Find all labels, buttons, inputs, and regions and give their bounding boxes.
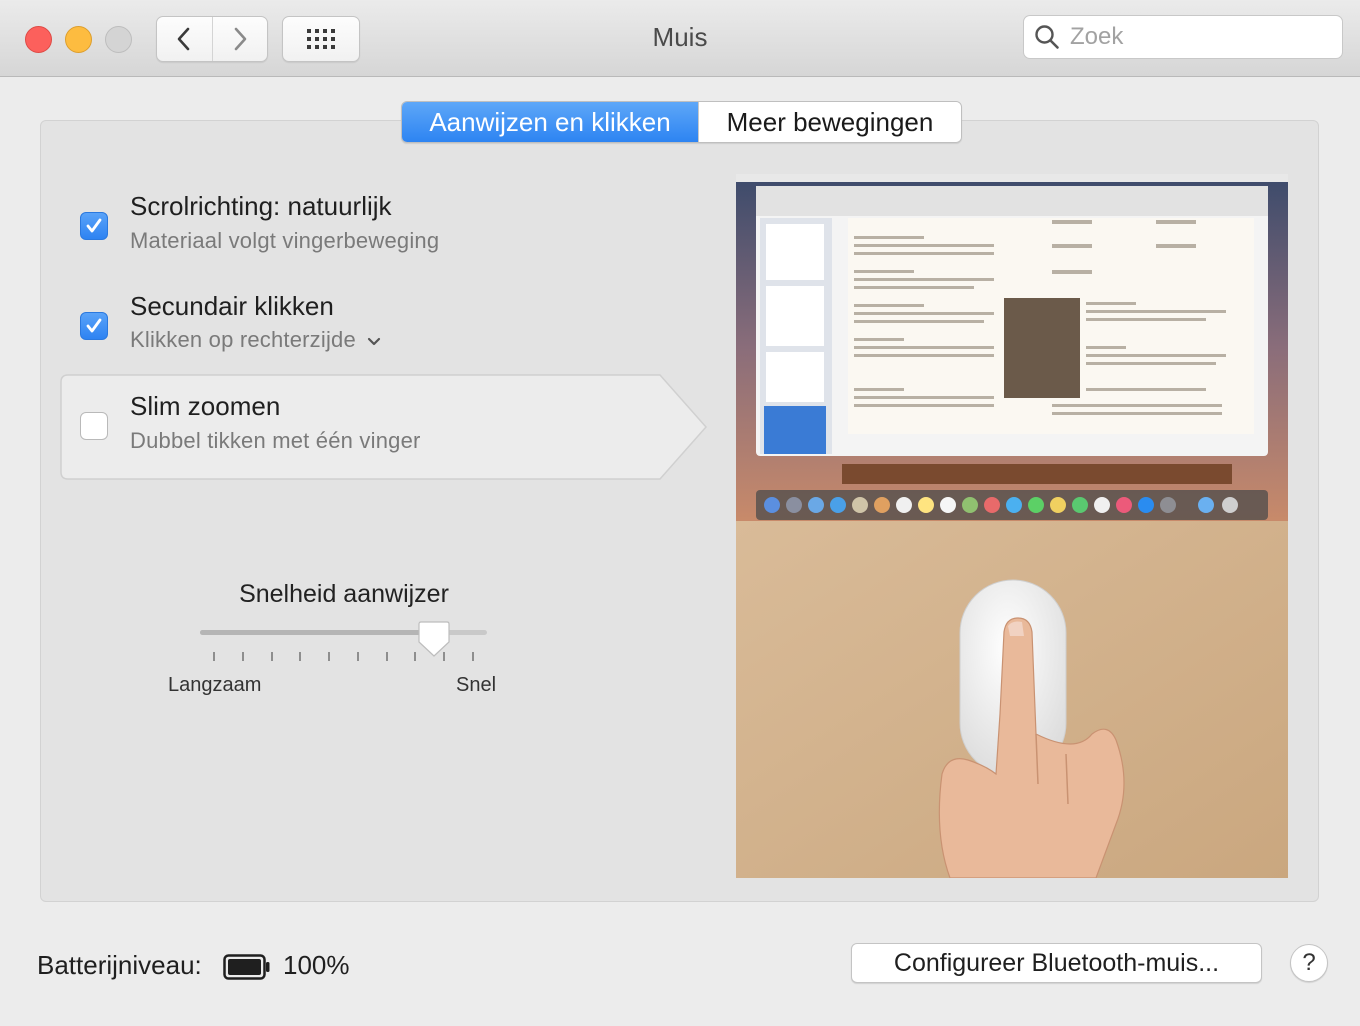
battery-level-value: 100%: [283, 950, 350, 980]
battery-icon: [223, 954, 270, 980]
minimize-window-button[interactable]: [65, 26, 92, 53]
zoom-window-button: [105, 26, 132, 53]
smart-zoom-title: Slim zoomen: [130, 391, 281, 421]
tab-point-and-click[interactable]: Aanwijzen en klikken: [402, 102, 698, 142]
secondary-click-dropdown[interactable]: Klikken op rechterzijde: [130, 327, 382, 353]
smart-zoom-subtitle: Dubbel tikken met één vinger: [130, 428, 421, 453]
secondary-click-checkbox[interactable]: [80, 312, 108, 340]
back-button[interactable]: [157, 17, 212, 61]
search-input[interactable]: [1068, 22, 1322, 52]
preview-illustration: [736, 174, 1288, 878]
chevron-down-icon: [367, 337, 381, 346]
scroll-direction-title: Scrolrichting: natuurlijk: [130, 191, 392, 221]
forward-button[interactable]: [211, 17, 268, 61]
tab-more-gestures[interactable]: Meer bewegingen: [698, 102, 961, 142]
window-title: Muis: [652, 22, 708, 52]
tracking-speed-tick: [385, 652, 388, 661]
tracking-speed-tick: [213, 652, 215, 661]
scroll-direction-subtitle: Materiaal volgt vingerbeweging: [130, 228, 440, 253]
close-window-button[interactable]: [25, 26, 52, 53]
tracking-speed-min-label: Langzaam: [168, 674, 262, 696]
titlebar: Muis: [0, 0, 1360, 77]
tracking-speed-tick: [472, 652, 474, 661]
gesture-preview-video: [736, 174, 1288, 878]
tracking-speed-fill: [200, 630, 435, 635]
battery-level-label: Batterijniveau:: [37, 950, 202, 980]
tab-bar: Aanwijzen en klikken Meer bewegingen: [401, 101, 962, 143]
chevron-right-icon: [234, 27, 247, 51]
secondary-click-title: Secundair klikken: [130, 291, 334, 321]
checkmark-icon: [86, 218, 102, 233]
chevron-left-icon: [177, 27, 190, 51]
tracking-speed-tick: [241, 652, 244, 661]
scroll-direction-checkbox[interactable]: [80, 212, 108, 240]
tracking-speed-max-label: Snel: [456, 674, 497, 696]
tracking-speed-tick: [328, 652, 331, 661]
tracking-speed-tick: [270, 652, 273, 661]
search-field[interactable]: [1023, 15, 1343, 59]
tracking-speed-label: Snelheid aanwijzer: [239, 580, 449, 608]
checkmark-icon: [86, 318, 102, 333]
back-forward-group: [156, 16, 268, 62]
configure-bluetooth-mouse-button[interactable]: Configureer Bluetooth-muis...: [851, 943, 1262, 983]
tracking-speed-knob[interactable]: [418, 620, 450, 658]
tracking-speed-tick: [414, 652, 417, 661]
help-button[interactable]: ?: [1290, 944, 1328, 982]
smart-zoom-checkbox[interactable]: [80, 412, 108, 440]
show-all-button[interactable]: [282, 16, 360, 62]
secondary-click-subtitle: Klikken op rechterzijde: [130, 327, 356, 352]
tracking-speed-tick: [356, 652, 359, 661]
tracking-speed-tick: [299, 652, 302, 661]
show-all-grid-icon: [307, 29, 335, 49]
search-icon: [1035, 25, 1059, 49]
